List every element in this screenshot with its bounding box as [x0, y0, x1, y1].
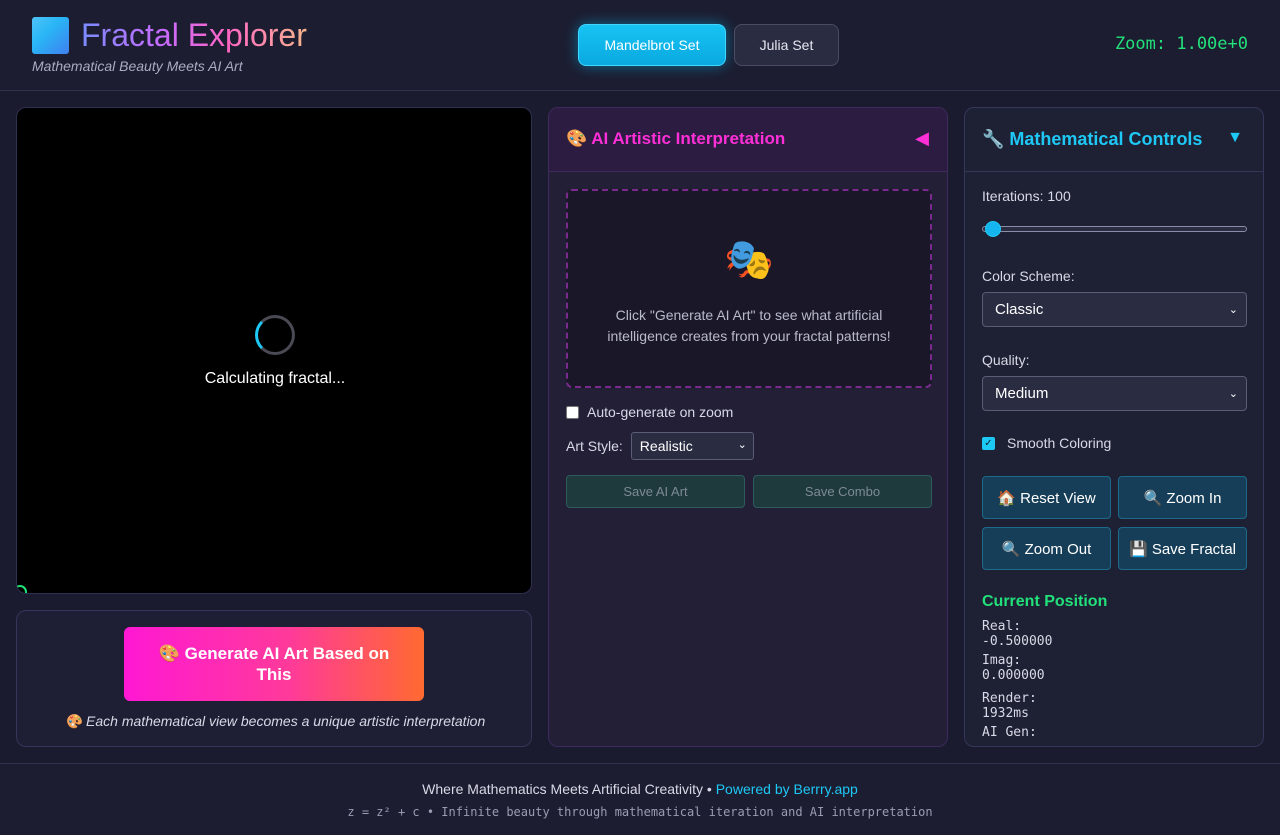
collapse-down-icon[interactable]: ▼ — [1227, 129, 1243, 147]
iterations-slider-thumb[interactable] — [985, 221, 1001, 237]
zoom-out-button[interactable]: 🔍 Zoom Out — [982, 527, 1111, 570]
footer-tagline-text: Where Mathematics Meets Artificial Creat… — [422, 781, 716, 797]
fractal-canvas[interactable]: Calculating fractal... — [16, 107, 532, 594]
mandelbrot-mode-button[interactable]: Mandelbrot Set — [578, 24, 726, 66]
render-value: 1932ms — [982, 706, 1029, 721]
render-label: Render: — [982, 691, 1037, 706]
julia-mode-button[interactable]: Julia Set — [734, 24, 839, 66]
auto-generate-label: Auto-generate on zoom — [587, 404, 734, 420]
real-label: Real: — [982, 619, 1022, 634]
app-header: Fractal Explorer Mathematical Beauty Mee… — [0, 0, 1280, 91]
generate-panel: 🎨 Generate AI Art Based on This 🎨 Each m… — [16, 610, 532, 747]
ai-gen-label: AI Gen: — [982, 725, 1037, 740]
generate-ai-art-button[interactable]: 🎨 Generate AI Art Based on This — [124, 627, 424, 701]
imag-label: Imag: — [982, 653, 1022, 668]
render-progress-indicator-icon — [17, 585, 27, 593]
chevron-down-icon: ⌄ — [1228, 388, 1238, 400]
ai-placeholder-text: Click "Generate AI Art" to see what arti… — [607, 307, 891, 344]
chevron-down-icon: ⌄ — [737, 439, 747, 451]
ai-panel-title: 🎨 AI Artistic Interpretation — [566, 129, 786, 148]
save-combo-button[interactable]: Save Combo — [753, 475, 932, 508]
zoom-level-readout: Zoom: 1.00e+0 — [1114, 34, 1248, 54]
app-title: Fractal Explorer — [81, 17, 307, 53]
art-style-value: Realistic — [639, 438, 693, 454]
ai-art-placeholder: 🎭 Click "Generate AI Art" to see what ar… — [566, 189, 932, 388]
zoom-in-button[interactable]: 🔍 Zoom In — [1118, 476, 1247, 519]
quality-value: Medium — [995, 385, 1049, 402]
color-scheme-select[interactable]: Classic ⌄ — [982, 292, 1247, 327]
fractal-mode-toggle: Mandelbrot Set Julia Set — [578, 24, 839, 66]
chevron-down-icon: ⌄ — [1228, 304, 1238, 316]
mathematical-controls-panel: 🔧 Mathematical Controls ▼ Iterations: 10… — [964, 107, 1264, 747]
imag-value: 0.000000 — [982, 668, 1045, 683]
color-scheme-label: Color Scheme: — [982, 268, 1075, 284]
ai-panel-header[interactable]: 🎨 AI Artistic Interpretation ◀ — [549, 108, 947, 172]
iterations-label: Iterations: 100 — [982, 188, 1071, 204]
app-subtitle: Mathematical Beauty Meets AI Art — [32, 58, 243, 74]
footer-tagline: Where Mathematics Meets Artificial Creat… — [0, 781, 1280, 797]
smooth-coloring-label: Smooth Coloring — [1007, 435, 1112, 451]
art-style-select[interactable]: Realistic ⌄ — [630, 432, 754, 460]
footer-formula: z = z² + c • Infinite beauty through mat… — [347, 805, 933, 819]
controls-header[interactable]: 🔧 Mathematical Controls ▼ — [965, 108, 1263, 172]
quality-label: Quality: — [982, 352, 1030, 368]
save-fractal-button[interactable]: 💾 Save Fractal — [1118, 527, 1247, 570]
logo-square-icon — [32, 16, 69, 54]
loading-spinner-icon — [255, 315, 295, 355]
quality-select[interactable]: Medium ⌄ — [982, 376, 1247, 411]
collapse-left-icon[interactable]: ◀ — [915, 128, 929, 149]
art-style-row: Art Style: Realistic ⌄ — [566, 432, 754, 460]
auto-generate-row: Auto-generate on zoom — [566, 404, 733, 420]
controls-title: 🔧 Mathematical Controls — [982, 129, 1203, 149]
reset-view-button[interactable]: 🏠 Reset View — [982, 476, 1111, 519]
theater-masks-icon: 🎭 — [724, 238, 774, 282]
smooth-coloring-row: ✓ Smooth Coloring — [982, 435, 1111, 451]
real-value: -0.500000 — [982, 634, 1053, 649]
current-position-title: Current Position — [982, 593, 1108, 610]
color-scheme-value: Classic — [995, 301, 1044, 318]
loading-text: Calculating fractal... — [204, 370, 346, 387]
app-logo: Fractal Explorer — [32, 16, 307, 54]
app-footer: Where Mathematics Meets Artificial Creat… — [0, 763, 1280, 835]
smooth-coloring-checkbox[interactable]: ✓ — [982, 436, 995, 450]
iterations-slider-track[interactable] — [982, 226, 1247, 232]
ai-interpretation-panel: 🎨 AI Artistic Interpretation ◀ 🎭 Click "… — [548, 107, 948, 747]
powered-by-link[interactable]: Powered by Berrry.app — [716, 781, 858, 797]
generate-note: 🎨 Each mathematical view becomes a uniqu… — [64, 713, 486, 729]
art-style-label: Art Style: — [566, 438, 623, 454]
save-ai-art-button[interactable]: Save AI Art — [566, 475, 745, 508]
auto-generate-checkbox[interactable] — [566, 405, 579, 419]
